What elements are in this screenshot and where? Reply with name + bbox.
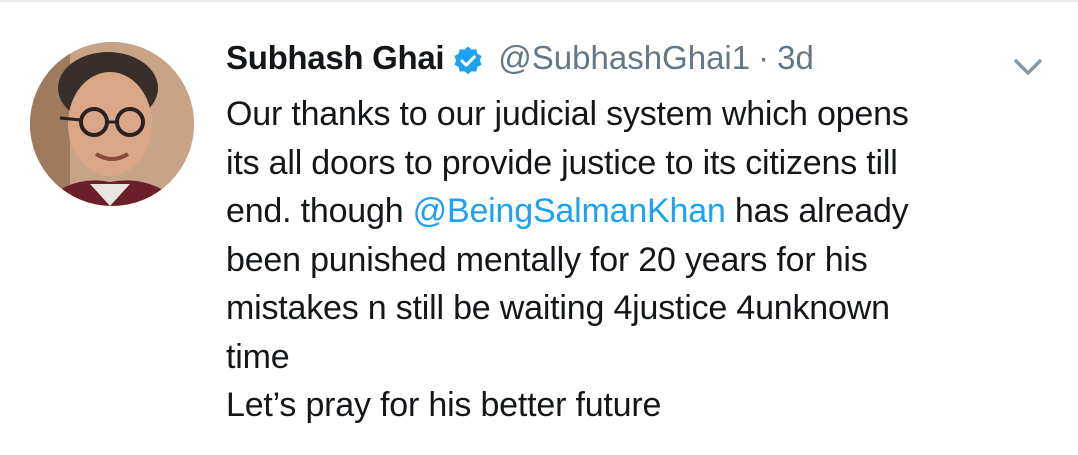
tweet-text-line: time bbox=[226, 337, 290, 376]
handle[interactable]: @SubhashGhai1 bbox=[498, 34, 750, 82]
tweet-text-line: Let’s pray for his better future bbox=[226, 386, 662, 424]
display-name[interactable]: Subhash Ghai bbox=[226, 34, 445, 82]
tweet[interactable]: Subhash Ghai @SubhashGhai1 · 3d Our than… bbox=[226, 34, 1026, 430]
tweet-text-line: Our thanks to our judicial system which … bbox=[226, 95, 909, 133]
timestamp[interactable]: 3d bbox=[777, 34, 814, 82]
tweet-text-segment: end. though bbox=[226, 192, 413, 230]
tweet-text: Our thanks to our judicial system which … bbox=[226, 90, 1026, 430]
chevron-down-icon[interactable] bbox=[1008, 52, 1048, 82]
tweet-text-segment: has already bbox=[725, 192, 909, 230]
tweet-header: Subhash Ghai @SubhashGhai1 · 3d bbox=[226, 34, 1026, 82]
tweet-text-line: end. though @BeingSalmanKhan has already bbox=[226, 187, 1026, 236]
top-divider bbox=[0, 0, 1078, 2]
mention-link[interactable]: @BeingSalmanKhan bbox=[413, 192, 726, 230]
verified-badge-icon bbox=[452, 42, 484, 75]
tweet-text-line: been punished mentally for 20 years for … bbox=[226, 240, 868, 279]
avatar-photo bbox=[30, 42, 194, 206]
tweet-text-line: its all doors to provide justice to its … bbox=[226, 143, 898, 182]
separator-dot: · bbox=[758, 39, 770, 76]
tweet-text-line: mistakes n still be waiting 4justice 4un… bbox=[226, 289, 890, 327]
avatar[interactable] bbox=[30, 42, 194, 206]
